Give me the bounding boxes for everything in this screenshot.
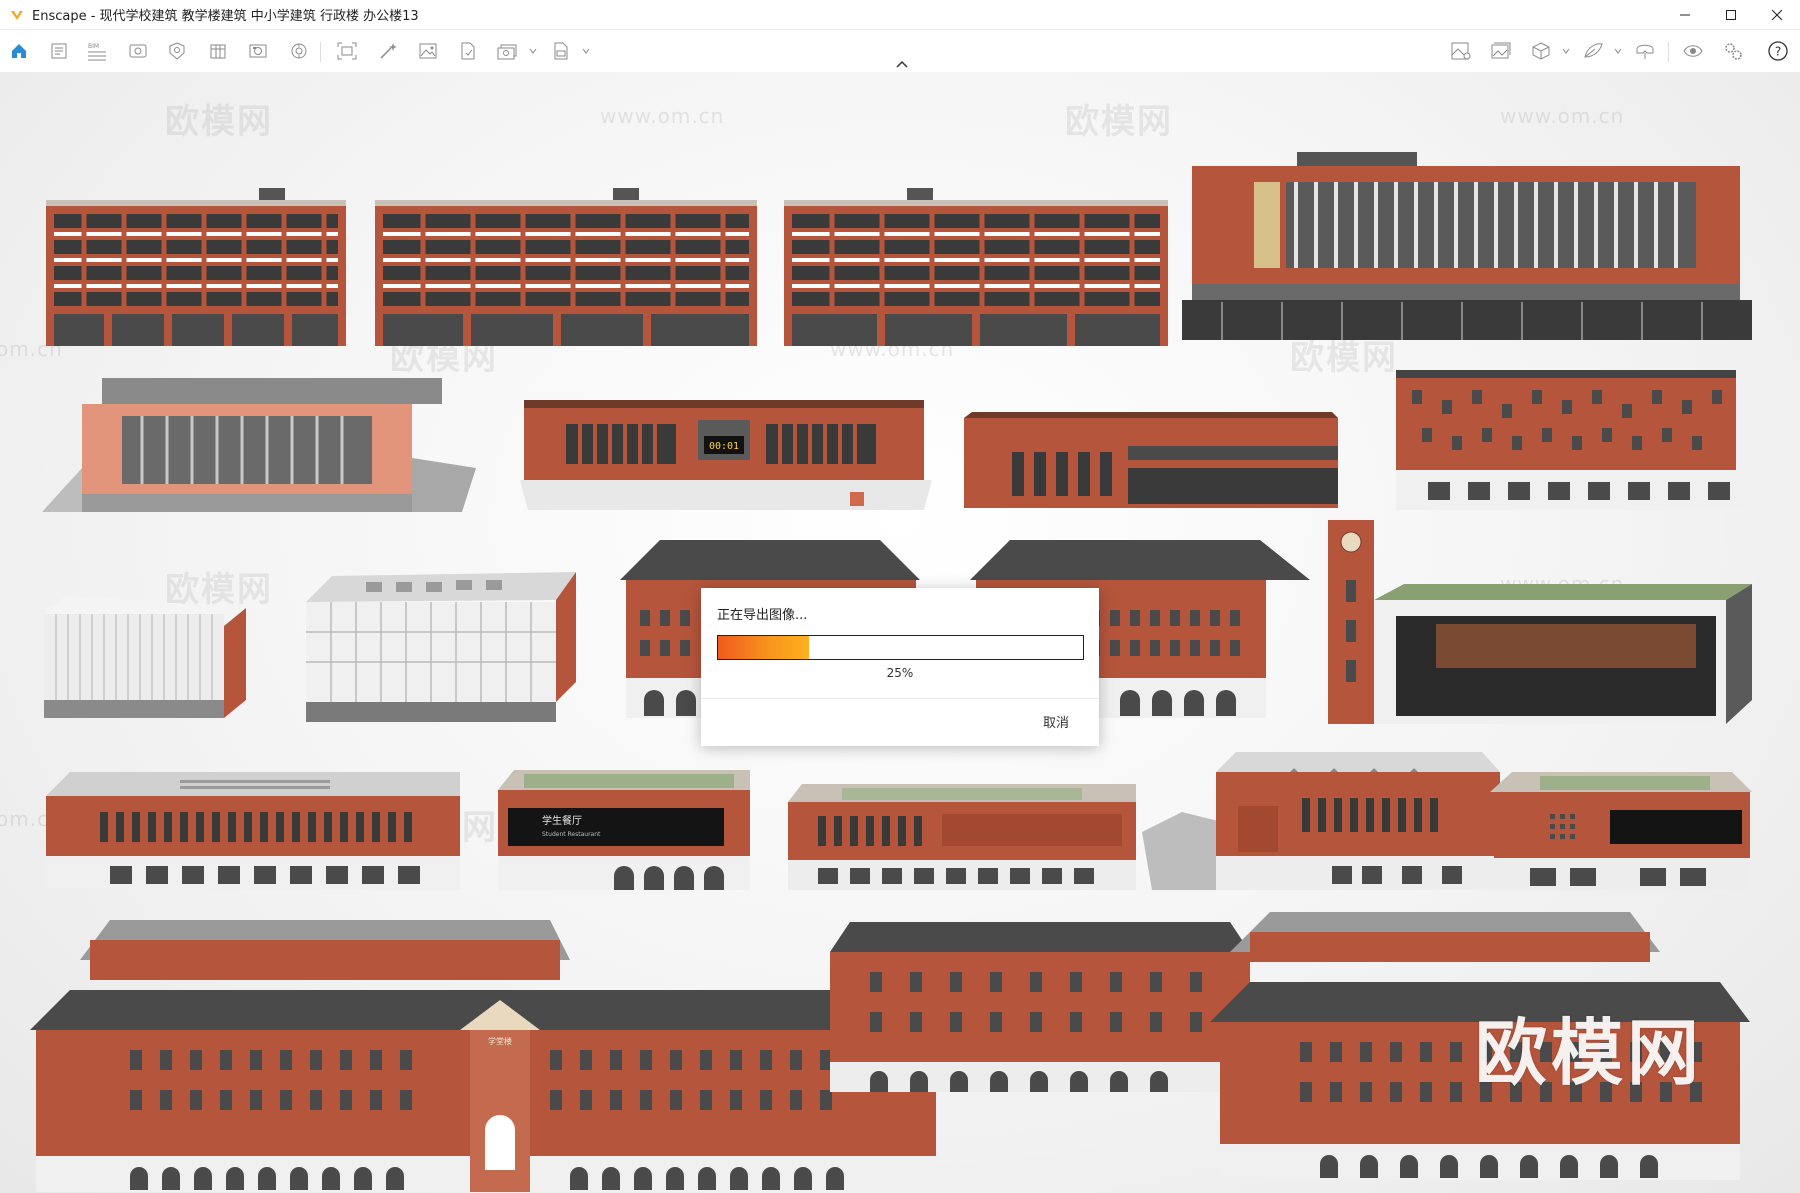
camera-settings-button[interactable] — [286, 38, 312, 64]
bim-label: BIM — [88, 43, 99, 50]
close-icon — [1771, 9, 1783, 21]
main-teaching-building-left: 学堂楼 — [30, 920, 960, 1192]
sports-hall-building — [1142, 752, 1500, 890]
gallery-button[interactable] — [1488, 38, 1514, 64]
auditorium-building — [42, 378, 476, 512]
close-button[interactable] — [1754, 0, 1800, 30]
main-teaching-building-right — [830, 912, 1750, 1180]
screenshot-icon — [249, 44, 267, 58]
image-icon — [419, 43, 437, 59]
eye-button[interactable] — [1680, 38, 1706, 64]
lecture-hall-building — [788, 784, 1136, 890]
export-file-icon — [461, 42, 475, 60]
selection-icon — [337, 42, 357, 60]
canteen-clock-tower-building — [1328, 520, 1752, 724]
watermark-logo: 欧模网 — [165, 102, 273, 142]
camera-settings-icon — [291, 43, 307, 59]
eye-icon — [1683, 45, 1703, 57]
export-dialog: 正在导出图像... 25% 取消 — [701, 588, 1099, 746]
export-progress-bar — [717, 635, 1084, 660]
material-editor-button[interactable] — [1448, 38, 1474, 64]
dialog-title: 正在导出图像... — [717, 608, 808, 623]
home-icon — [12, 44, 26, 58]
export-file-button[interactable] — [455, 38, 481, 64]
scoreboard-text: 00:01 — [709, 441, 739, 452]
asset-button[interactable] — [164, 38, 190, 64]
magic-wand-icon — [380, 43, 397, 59]
watermark-logo: 欧模网 — [1065, 102, 1173, 142]
maximize-icon — [1726, 10, 1736, 20]
dormitory-building — [1396, 370, 1744, 510]
asset-library-button[interactable] — [1580, 38, 1606, 64]
screenshot-button[interactable] — [245, 38, 271, 64]
batch-render-dropdown-icon[interactable] — [529, 47, 537, 55]
classroom-building-2 — [375, 188, 757, 346]
canteen-sign-subtext: Student Restaurant — [542, 831, 601, 838]
help-button[interactable]: ? — [1765, 38, 1791, 64]
help-label: ? — [1775, 45, 1781, 59]
export-progress-fill — [718, 636, 810, 659]
material-editor-icon — [1451, 42, 1471, 60]
classroom-building-3 — [784, 188, 1168, 346]
batch-render-icon — [497, 44, 517, 60]
cancel-button[interactable]: 取消 — [1043, 712, 1069, 731]
asset-library-icon — [1584, 43, 1603, 58]
asset-icon — [169, 42, 185, 60]
maximize-button[interactable] — [1708, 0, 1754, 30]
visibility-button[interactable] — [125, 38, 151, 64]
watermark-url: www.om.cn — [600, 104, 725, 128]
white-facade-building — [306, 572, 576, 722]
home-button[interactable] — [6, 38, 32, 64]
settings-button[interactable] — [1720, 38, 1746, 64]
collapse-toolbar-chevron-icon[interactable] — [894, 58, 910, 70]
teaching-building-low — [46, 772, 460, 890]
toolbar-separator — [320, 42, 321, 62]
cube-dropdown-icon[interactable] — [1562, 47, 1570, 55]
activity-center-building — [1490, 772, 1752, 890]
minimize-button[interactable] — [1662, 0, 1708, 30]
gymnasium-building: 00:01 — [520, 400, 932, 510]
gallery-icon — [1491, 42, 1511, 59]
asset-library-dropdown-icon[interactable] — [1614, 47, 1622, 55]
batch-render-button[interactable] — [494, 38, 520, 64]
visibility-icon — [129, 44, 147, 58]
classroom-building-1 — [46, 188, 346, 346]
help-icon: ? — [1768, 41, 1788, 61]
bim-list-icon: BIM — [88, 43, 106, 61]
toolbar-separator — [1668, 42, 1669, 62]
minimize-icon — [1680, 14, 1690, 16]
window-controls — [1662, 0, 1800, 30]
enscape-logo-icon — [11, 10, 23, 20]
bim-button[interactable]: BIM — [84, 38, 110, 64]
dialog-divider — [701, 698, 1099, 699]
title-bar: Enscape - 现代学校建筑 教学楼建筑 中小学建筑 行政楼 办公楼13 — [0, 0, 1800, 30]
watermark-url: www.om.cn — [1500, 104, 1625, 128]
render-viewport[interactable]: 欧模网 www.om.cn 欧模网 www.om.cn om.cn 欧模网 ww… — [0, 72, 1800, 1193]
vr-headset-icon — [1636, 44, 1654, 59]
settings-icon — [1725, 43, 1742, 60]
exe-export-icon — [554, 42, 568, 60]
document-icon — [51, 43, 67, 59]
magic-wand-button[interactable] — [375, 38, 401, 64]
window-title: Enscape - 现代学校建筑 教学楼建筑 中小学建筑 行政楼 办公楼13 — [32, 9, 419, 24]
selection-button[interactable] — [334, 38, 360, 64]
exe-export-dropdown-icon[interactable] — [582, 47, 590, 55]
export-progress-text: 25% — [886, 666, 914, 680]
cube-button[interactable] — [1528, 38, 1554, 64]
cube-icon — [1532, 42, 1550, 60]
image-button[interactable] — [415, 38, 441, 64]
building-button[interactable] — [205, 38, 231, 64]
building-icon — [210, 44, 226, 59]
canteen-sign-text: 学生餐厅 — [542, 814, 582, 827]
office-building — [1182, 152, 1752, 340]
white-pavilion-building — [44, 596, 246, 718]
exe-export-button[interactable] — [548, 38, 574, 64]
vr-headset-button[interactable] — [1632, 38, 1658, 64]
document-button[interactable] — [46, 38, 72, 64]
student-canteen-building: 学生餐厅 Student Restaurant — [498, 770, 750, 890]
library-building — [964, 412, 1338, 508]
tower-sign-text: 学堂楼 — [488, 1036, 512, 1046]
